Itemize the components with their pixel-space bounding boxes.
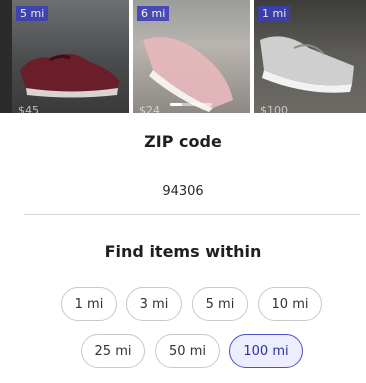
zip-code-title: ZIP code [144,132,222,151]
listing-tile[interactable]: 1 mi $100 [254,0,366,113]
radius-option-3mi[interactable]: 3 mi [126,287,182,321]
zip-code-field[interactable]: 94306 [0,184,366,199]
carousel-scroll-indicator [170,103,212,106]
radius-option-1mi[interactable]: 1 mi [61,287,117,321]
listing-tile[interactable]: 6 mi $24 [133,0,250,113]
radius-option-50mi[interactable]: 50 mi [155,334,220,368]
distance-badge: 1 mi [258,6,291,21]
divider [24,214,360,215]
distance-badge: 6 mi [137,6,170,21]
listing-carousel[interactable]: 5 mi $45 6 mi $24 1 mi $100 [0,0,366,113]
carousel-edge [0,0,12,113]
price-label: $100 [260,104,288,113]
radius-option-5mi[interactable]: 5 mi [192,287,248,321]
distance-badge: 5 mi [16,6,49,21]
listing-tile[interactable]: 5 mi $45 [12,0,129,113]
price-label: $45 [18,104,39,113]
radius-option-10mi[interactable]: 10 mi [258,287,322,321]
price-label: $24 [139,104,160,113]
radius-option-100mi[interactable]: 100 mi [229,334,303,368]
find-within-title: Find items within [104,242,262,261]
radius-option-25mi[interactable]: 25 mi [81,334,145,368]
